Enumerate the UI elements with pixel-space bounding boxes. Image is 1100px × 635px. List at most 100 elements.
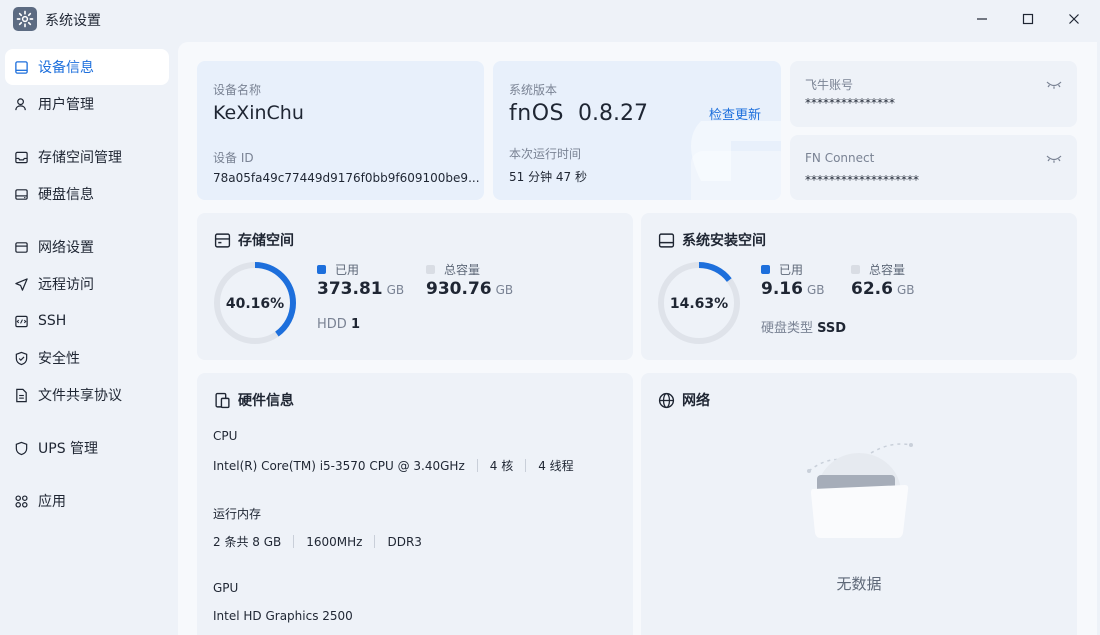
minimize-button[interactable] xyxy=(962,5,1002,33)
storage-used-legend: 已用 xyxy=(317,261,359,278)
device-id: 78a05fa49c77449d9176f0bb9f609100be9... xyxy=(213,171,480,185)
legend-label: 总容量 xyxy=(444,263,481,277)
network-title-text: 网络 xyxy=(682,393,710,409)
sidebar-item-label: 安全性 xyxy=(38,351,80,367)
cpu-cores: 4 核 xyxy=(489,459,514,473)
storage-usage-donut: 40.16% xyxy=(214,262,296,344)
value-unit: GB xyxy=(386,283,405,297)
memory-info-row: 2 条共 8 GB 1600MHz DDR3 xyxy=(213,533,422,550)
cpu-model: Intel(R) Core(TM) i5-3570 CPU @ 3.40GHz xyxy=(213,458,465,473)
disk-type-label: 硬盘类型 xyxy=(761,321,814,336)
memory-type: DDR3 xyxy=(387,534,422,549)
ups-icon xyxy=(15,441,28,455)
disk-type-info: 硬盘类型 SSD xyxy=(761,317,846,336)
sidebar-item-label: 网络设置 xyxy=(38,240,94,256)
system-os: fnOS xyxy=(509,101,564,126)
system-space-usage-donut: 14.63% xyxy=(658,262,740,344)
memory-size: 2 条共 8 GB xyxy=(213,535,282,549)
sidebar-item-label: 文件共享协议 xyxy=(38,388,122,404)
hdd-count: 1 xyxy=(350,317,360,332)
memory-frequency: 1600MHz xyxy=(306,534,363,549)
sidebar-item-label: 存储空间管理 xyxy=(38,150,122,166)
value-number: 373.81 xyxy=(317,279,383,299)
hardware-icon xyxy=(215,392,230,408)
sidebar-item-apps[interactable]: 应用 xyxy=(5,483,169,519)
value-number: 9.16 xyxy=(761,279,803,299)
apps-icon xyxy=(15,494,28,508)
feiniu-account-value: *************** xyxy=(805,96,895,110)
storage-icon xyxy=(15,151,28,163)
system-space-total-legend: 总容量 xyxy=(851,261,905,278)
uptime-value: 51 分钟 47 秒 xyxy=(509,170,587,184)
system-space-title: 系统安装空间 xyxy=(658,230,766,250)
value-number: 62.6 xyxy=(851,279,893,299)
shield-icon xyxy=(15,351,28,365)
value-unit: GB xyxy=(896,283,915,297)
storage-card: 存储空间 40.16% 已用 373.81 GB 总容量 930.76 GB HDD… xyxy=(197,213,633,360)
device-info-icon xyxy=(15,60,28,74)
system-space-title-text: 系统安装空间 xyxy=(682,233,766,249)
sidebar-item-ssh[interactable]: SSH xyxy=(5,303,169,339)
main-content: 设备名称 KeXinChu 设备 ID 78a05fa49c77449d9176… xyxy=(178,42,1097,635)
remote-access-icon xyxy=(15,277,28,291)
hardware-title-text: 硬件信息 xyxy=(238,393,294,409)
empty-folder-illustration-icon xyxy=(807,443,913,538)
device-name: KeXinChu xyxy=(213,102,304,124)
fn-connect-value: ******************* xyxy=(805,173,919,187)
disk-type-value: SSD xyxy=(817,321,847,336)
settings-gear-icon xyxy=(13,7,37,31)
sidebar-item-file-share[interactable]: 文件共享协议 xyxy=(5,377,169,413)
user-icon xyxy=(15,97,26,110)
sidebar-item-ups[interactable]: UPS 管理 xyxy=(5,430,169,466)
title-bar: 系统设置 xyxy=(0,0,1100,38)
memory-label: 运行内存 xyxy=(213,507,262,521)
network-empty-text: 无数据 xyxy=(836,575,882,593)
hardware-card: 硬件信息 CPU Intel(R) Core(TM) i5-3570 CPU @… xyxy=(197,373,633,635)
disk-icon xyxy=(15,188,28,200)
ssh-icon xyxy=(15,315,28,327)
device-id-label: 设备 ID xyxy=(213,151,254,165)
sidebar-item-security[interactable]: 安全性 xyxy=(5,340,169,376)
network-settings-icon xyxy=(15,241,28,253)
sidebar-item-disk[interactable]: 硬盘信息 xyxy=(5,176,169,212)
network-card: 网络 无数据 xyxy=(641,373,1077,635)
system-space-card: 系统安装空间 14.63% 已用 9.16 GB 总容量 62.6 GB 硬盘类型 … xyxy=(641,213,1077,360)
system-version-card: 系统版本 fnOS 0.8.27 检查更新 本次运行时间 51 分钟 47 秒 xyxy=(493,61,781,200)
feiniu-account-label: 飞牛账号 xyxy=(805,78,854,92)
network-title: 网络 xyxy=(658,390,710,410)
sidebar-item-label: 硬盘信息 xyxy=(38,187,94,203)
storage-used-value: 373.81 GB xyxy=(317,279,404,299)
gpu-info-row: Intel HD Graphics 2500 xyxy=(213,609,353,623)
fn-connect-label: FN Connect xyxy=(805,151,875,165)
storage-percent: 40.16% xyxy=(226,296,284,312)
sidebar-item-label: SSH xyxy=(38,313,67,329)
value-unit: GB xyxy=(806,283,825,297)
gpu-model: Intel HD Graphics 2500 xyxy=(213,609,353,623)
sidebar-item-remote-access[interactable]: 远程访问 xyxy=(5,266,169,302)
sidebar-item-device-info[interactable]: 设备信息 xyxy=(5,49,169,85)
file-share-icon xyxy=(16,388,27,402)
sidebar-item-storage[interactable]: 存储空间管理 xyxy=(5,139,169,175)
maximize-button[interactable] xyxy=(1008,5,1048,33)
value-unit: GB xyxy=(495,283,514,297)
system-version: 0.8.27 xyxy=(578,101,648,126)
legend-label: 已用 xyxy=(779,263,804,277)
close-button[interactable] xyxy=(1054,5,1094,33)
sidebar-item-label: 用户管理 xyxy=(38,97,94,113)
legend-label: 总容量 xyxy=(869,263,906,277)
check-update-link[interactable]: 检查更新 xyxy=(709,104,761,123)
eye-hidden-icon[interactable] xyxy=(1046,154,1062,164)
globe-icon xyxy=(658,392,675,408)
cpu-label: CPU xyxy=(213,429,238,443)
cpu-info-row: Intel(R) Core(TM) i5-3570 CPU @ 3.40GHz … xyxy=(213,457,574,474)
window-title: 系统设置 xyxy=(45,13,101,29)
sidebar-item-label: 设备信息 xyxy=(38,60,94,76)
uptime-label: 本次运行时间 xyxy=(509,147,582,161)
hdd-info: HDD 1 xyxy=(317,317,360,332)
sidebar-item-network[interactable]: 网络设置 xyxy=(5,229,169,265)
sidebar: 设备信息 用户管理 存储空间管理 硬盘信息 网络设置 远程访问 SSH 安全性 … xyxy=(0,42,176,635)
sidebar-item-users[interactable]: 用户管理 xyxy=(5,86,169,122)
eye-hidden-icon[interactable] xyxy=(1046,80,1062,90)
system-space-total-value: 62.6 GB xyxy=(851,279,914,299)
device-name-label: 设备名称 xyxy=(213,83,262,97)
